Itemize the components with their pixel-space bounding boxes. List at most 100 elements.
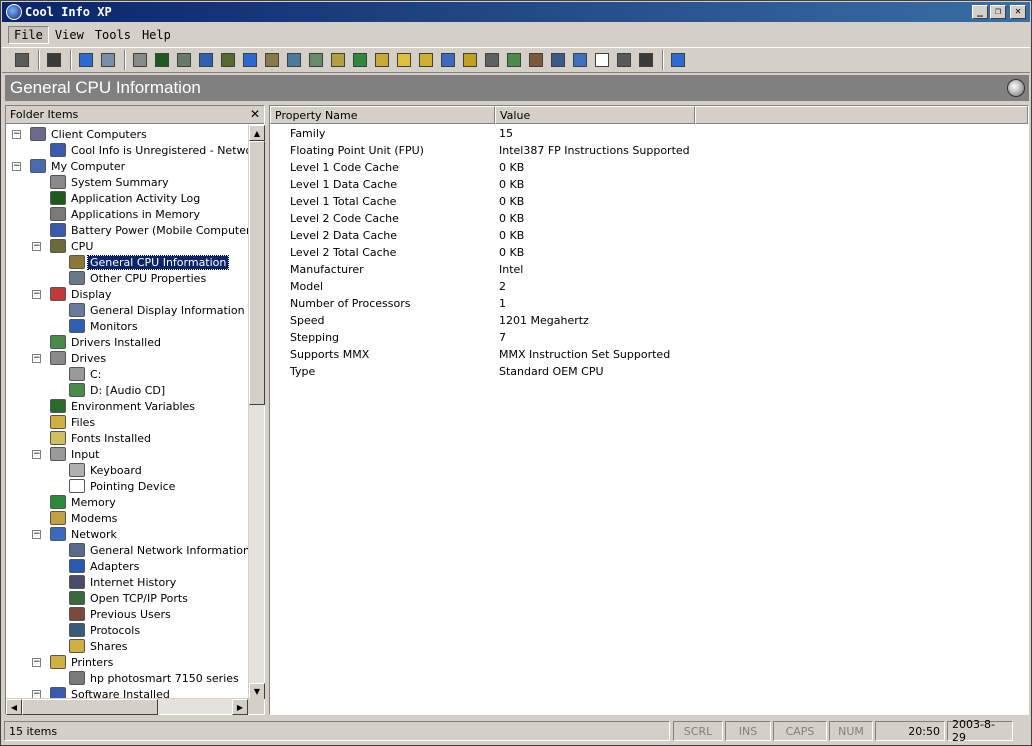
scroll-right-button[interactable]: ▶ xyxy=(232,699,248,715)
list-item[interactable]: Level 2 Code Cache 0 KB xyxy=(270,210,1028,227)
tree-collapse-icon[interactable]: − xyxy=(32,657,41,667)
tree-collapse-icon[interactable]: − xyxy=(32,353,41,363)
scroll-up-button[interactable]: ▲ xyxy=(249,125,265,141)
tree-item[interactable]: Battery Power (Mobile Computers) xyxy=(6,222,248,238)
title-bar[interactable]: Cool Info XP _ ❐ ✕ xyxy=(2,2,1030,22)
tree-item[interactable]: Application Activity Log xyxy=(6,190,248,206)
tree-item[interactable]: − Input xyxy=(6,446,248,462)
toolbar-button-sound[interactable] xyxy=(592,50,612,70)
tree-item[interactable]: − My Computer xyxy=(6,158,248,174)
column-header-value[interactable]: Value xyxy=(495,106,695,124)
tree-horizontal-scrollbar[interactable]: ◀ ▶ xyxy=(6,698,248,715)
toolbar-button-battery[interactable] xyxy=(196,50,216,70)
toolbar-button-drivers[interactable] xyxy=(306,50,326,70)
tree-item[interactable]: Cool Info is Unregistered - Network V xyxy=(6,142,248,158)
toolbar-button-help[interactable] xyxy=(668,50,688,70)
list-item[interactable]: Level 2 Total Cache 0 KB xyxy=(270,244,1028,261)
tree-collapse-icon[interactable]: − xyxy=(32,241,41,251)
tree-item[interactable]: General Network Information xyxy=(6,542,248,558)
tree-item[interactable]: − Printers xyxy=(6,654,248,670)
tree-item[interactable]: Memory xyxy=(6,494,248,510)
list-item[interactable]: Floating Point Unit (FPU) Intel387 FP Ins… xyxy=(270,142,1028,159)
scroll-down-button[interactable]: ▼ xyxy=(249,683,265,699)
tree-item[interactable]: System Summary xyxy=(6,174,248,190)
tree-item[interactable]: Files xyxy=(6,414,248,430)
menu-tools[interactable]: Tools xyxy=(90,27,136,43)
tree-collapse-icon[interactable]: − xyxy=(32,289,41,299)
close-button[interactable]: ✕ xyxy=(1010,5,1026,19)
tree-item[interactable]: − CPU xyxy=(6,238,248,254)
tree-item[interactable]: Drivers Installed xyxy=(6,334,248,350)
vertical-scroll-thumb[interactable] xyxy=(249,141,265,405)
tree-item[interactable]: − Network xyxy=(6,526,248,542)
tree-item[interactable]: hp photosmart 7150 series xyxy=(6,670,248,686)
tree-item[interactable]: Fonts Installed xyxy=(6,430,248,446)
toolbar-button-modem[interactable] xyxy=(482,50,502,70)
toolbar-button-summary[interactable] xyxy=(130,50,150,70)
tree-collapse-icon[interactable]: − xyxy=(12,129,21,139)
app-icon[interactable] xyxy=(6,4,22,20)
tree-item[interactable]: Shares xyxy=(6,638,248,654)
tree-item[interactable]: Protocols xyxy=(6,622,248,638)
menu-help[interactable]: Help xyxy=(137,27,176,43)
toolbar-button-adapters[interactable] xyxy=(526,50,546,70)
list-item[interactable]: Level 1 Total Cache 0 KB xyxy=(270,193,1028,210)
tree-item[interactable]: Applications in Memory xyxy=(6,206,248,222)
tree-item[interactable]: Modems xyxy=(6,510,248,526)
toolbar-button-drive[interactable] xyxy=(328,50,348,70)
list-item[interactable]: Type Standard OEM CPU xyxy=(270,363,1028,380)
toolbar-button-memory[interactable] xyxy=(460,50,480,70)
toolbar-button-fonts[interactable] xyxy=(416,50,436,70)
tree-item[interactable]: Adapters xyxy=(6,558,248,574)
toolbar-button-keyboard[interactable] xyxy=(438,50,458,70)
list-item[interactable]: Number of Processors 1 xyxy=(270,295,1028,312)
tree-item[interactable]: Pointing Device xyxy=(6,478,248,494)
menu-view[interactable]: View xyxy=(50,27,89,43)
menu-file[interactable]: File xyxy=(8,26,49,44)
toolbar-button-cdrom[interactable] xyxy=(350,50,370,70)
tree-item[interactable]: Open TCP/IP Ports xyxy=(6,590,248,606)
list-item[interactable]: Level 1 Code Cache 0 KB xyxy=(270,159,1028,176)
tree-collapse-icon[interactable]: − xyxy=(32,449,41,459)
close-pane-icon[interactable]: ✕ xyxy=(250,107,260,121)
toolbar-button-cpu[interactable] xyxy=(218,50,238,70)
tree-item[interactable]: Keyboard xyxy=(6,462,248,478)
tree-item[interactable]: − Client Computers xyxy=(6,126,248,142)
list-item[interactable]: Speed 1201 Megahertz xyxy=(270,312,1028,329)
toolbar-button-display-info[interactable] xyxy=(262,50,282,70)
maximize-button[interactable]: ❐ xyxy=(990,5,1006,19)
toolbar-button-history[interactable] xyxy=(548,50,568,70)
toolbar-button-display[interactable] xyxy=(240,50,260,70)
toolbar-button-env[interactable] xyxy=(372,50,392,70)
list-item[interactable]: Supports MMX MMX Instruction Set Supporte… xyxy=(270,346,1028,363)
tree-item[interactable]: − Drives xyxy=(6,350,248,366)
list-item[interactable]: Family 15 xyxy=(270,125,1028,142)
tree-vertical-scrollbar[interactable]: ▲ ▼ xyxy=(248,125,265,699)
toolbar-button-files[interactable] xyxy=(394,50,414,70)
list-item[interactable]: Level 2 Data Cache 0 KB xyxy=(270,227,1028,244)
tree-item[interactable]: Internet History xyxy=(6,574,248,590)
tree-item[interactable]: Environment Variables xyxy=(6,398,248,414)
tree-collapse-icon[interactable]: − xyxy=(32,529,41,539)
list-item[interactable]: Manufacturer Intel xyxy=(270,261,1028,278)
tree-item[interactable]: Previous Users xyxy=(6,606,248,622)
toolbar-button-protocols[interactable] xyxy=(636,50,656,70)
minimize-button[interactable]: _ xyxy=(972,5,988,19)
tree-item[interactable]: − Display xyxy=(6,286,248,302)
list-item[interactable]: Stepping 7 xyxy=(270,329,1028,346)
tree-item[interactable]: Monitors xyxy=(6,318,248,334)
tree-collapse-icon[interactable]: − xyxy=(12,161,21,171)
toolbar-button-print[interactable] xyxy=(12,50,32,70)
toolbar-button-activity-log[interactable] xyxy=(152,50,172,70)
scroll-left-button[interactable]: ◀ xyxy=(6,699,22,715)
tree-item[interactable]: General Display Information xyxy=(6,302,248,318)
toolbar-button-connect[interactable] xyxy=(44,50,64,70)
tree-item[interactable]: Other CPU Properties xyxy=(6,270,248,286)
toolbar-button-network[interactable] xyxy=(504,50,524,70)
list-item[interactable]: Level 1 Data Cache 0 KB xyxy=(270,176,1028,193)
toolbar-button-cpu-props[interactable] xyxy=(98,50,118,70)
tree-item[interactable]: D: [Audio CD] xyxy=(6,382,248,398)
list-item[interactable]: Model 2 xyxy=(270,278,1028,295)
toolbar-button-monitor[interactable] xyxy=(284,50,304,70)
horizontal-scroll-thumb[interactable] xyxy=(22,699,158,715)
